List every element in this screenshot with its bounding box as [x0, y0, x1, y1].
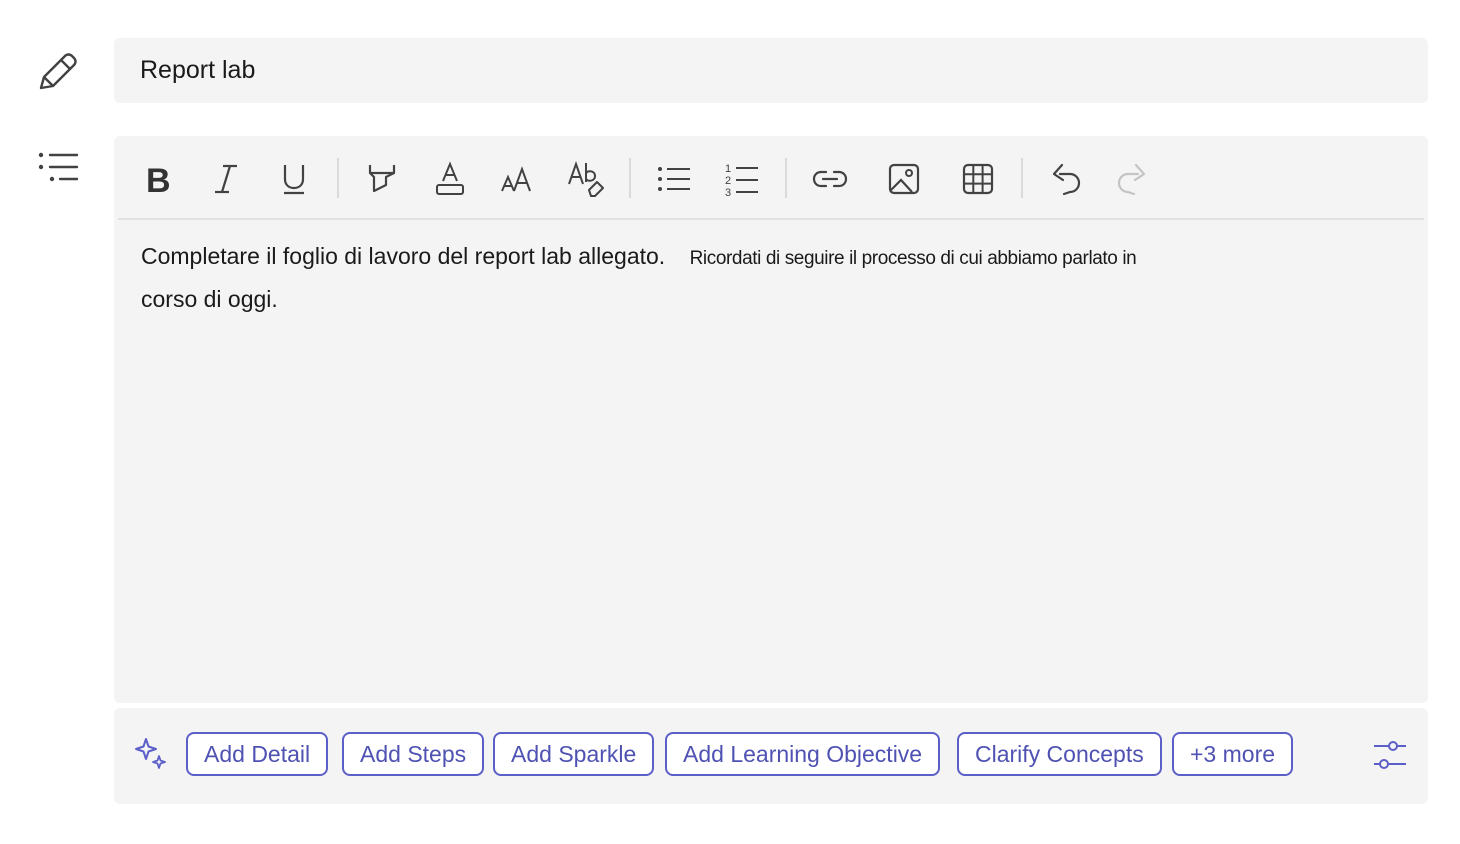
- svg-text:1: 1: [725, 163, 731, 175]
- formatting-toolbar: B 1 2 3: [114, 136, 1428, 218]
- chip-more[interactable]: +3 more: [1172, 732, 1294, 776]
- svg-text:2: 2: [725, 175, 731, 187]
- title-field[interactable]: [114, 38, 1428, 103]
- italic-icon: [215, 164, 237, 194]
- font-color-icon: [436, 161, 464, 195]
- clear-formatting-icon: [568, 160, 604, 197]
- clear-formatting-button[interactable]: [564, 156, 608, 202]
- bulleted-list-button[interactable]: [652, 156, 696, 202]
- table-icon: [962, 163, 994, 195]
- link-button[interactable]: [808, 156, 852, 202]
- font-size-icon: [501, 166, 531, 192]
- toolbar-separator: [785, 158, 787, 198]
- sliders-icon[interactable]: [1370, 738, 1410, 774]
- underline-icon: [283, 165, 305, 195]
- description-text: Completare il foglio di lavoro del repor…: [141, 243, 666, 269]
- italic-button[interactable]: [204, 156, 248, 202]
- bulleted-list-icon: [658, 167, 690, 191]
- toolbar-divider: [118, 218, 1424, 220]
- redo-button[interactable]: [1110, 156, 1154, 202]
- undo-icon: [1052, 163, 1081, 196]
- svg-text:B: B: [146, 162, 171, 196]
- font-color-button[interactable]: [428, 156, 472, 202]
- description-text-line2: corso di oggi.: [141, 286, 278, 312]
- redo-icon: [1117, 163, 1146, 196]
- editor-content[interactable]: Completare il foglio di lavoro del repor…: [141, 236, 1401, 676]
- chip-add-detail[interactable]: Add Detail: [186, 732, 329, 776]
- chip-add-learning-objective[interactable]: Add Learning Objective: [665, 732, 941, 776]
- bold-button[interactable]: B: [136, 156, 180, 202]
- bold-icon: B: [146, 162, 171, 196]
- chip-add-steps[interactable]: Add Steps: [342, 732, 485, 776]
- sparkle-icon: [135, 738, 166, 769]
- toolbar-separator: [629, 158, 631, 198]
- numbered-list-button[interactable]: 1 2 3: [720, 156, 764, 202]
- image-icon: [888, 163, 920, 195]
- pencil-icon: [39, 53, 77, 90]
- toolbar-separator: [337, 158, 339, 198]
- table-button[interactable]: [956, 156, 1000, 202]
- chip-add-sparkle[interactable]: Add Sparkle: [493, 732, 655, 776]
- numbered-list-icon: 1 2 3: [725, 163, 758, 197]
- undo-button[interactable]: [1044, 156, 1088, 202]
- title-input[interactable]: [140, 38, 1400, 103]
- suggestion-bar: Add Detail Add Steps Add Sparkle Add Lea…: [114, 708, 1428, 804]
- description-text-small: Ricordati di seguire il processo di cui …: [689, 248, 1137, 269]
- link-icon: [812, 170, 848, 188]
- chip-clarify-concepts[interactable]: Clarify Concepts: [957, 732, 1162, 776]
- description-editor[interactable]: B 1 2 3 Completare il foglio di lavoro d…: [114, 136, 1428, 703]
- highlight-icon: [368, 165, 396, 193]
- image-button[interactable]: [882, 156, 926, 202]
- toolbar-separator: [1021, 158, 1023, 198]
- svg-text:3: 3: [725, 187, 731, 197]
- underline-button[interactable]: [272, 156, 316, 202]
- font-size-button[interactable]: [496, 156, 540, 202]
- list-icon: [38, 152, 79, 182]
- highlight-button[interactable]: [360, 156, 404, 202]
